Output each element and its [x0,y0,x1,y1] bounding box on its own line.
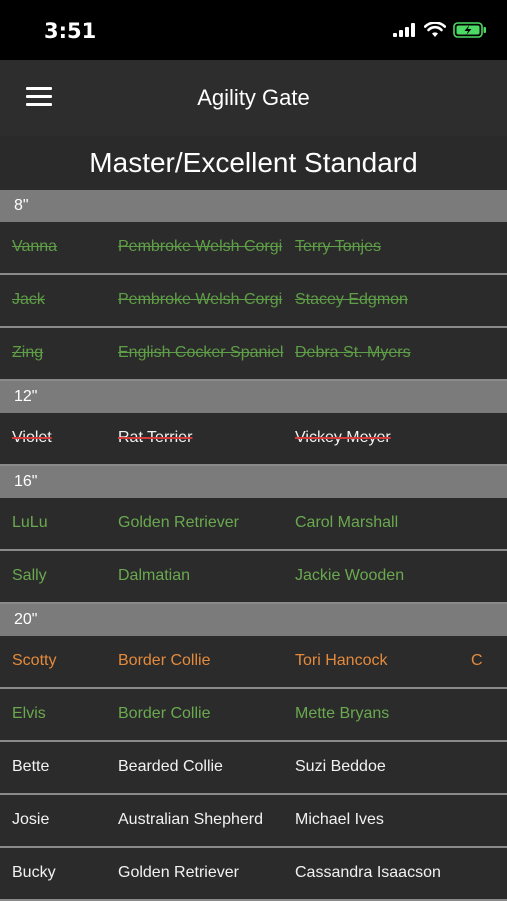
entry-row[interactable]: Scotty Border Collie Tori Hancock C [0,636,507,689]
dog-name: LuLu [12,514,48,531]
dog-name: Bette [12,758,50,775]
handler-name: Stacey Edgmon [295,291,408,308]
breed: Border Collie [118,652,211,669]
dog-name: Elvis [12,705,46,722]
wifi-icon [424,22,446,37]
dog-name: Sally [12,567,47,584]
handler-name: Mette Bryans [295,705,390,722]
entry-list: 8" Vanna Pembroke Welsh Corgi Terry Tonjes J… [0,190,507,901]
handler-name: Carol Marshall [295,514,399,531]
handler-name: Cassandra Isaacson [295,864,441,881]
dog-name: Zing [12,344,44,361]
cellular-signal-icon [393,23,415,37]
breed: English Cocker Spaniel [118,344,284,361]
handler-name: Suzi Beddoe [295,758,386,775]
hamburger-menu-icon[interactable] [26,87,52,109]
status-bar: 3:51 [0,0,507,60]
class-title: Master/Excellent Standard [0,136,507,190]
battery-charging-icon [453,22,486,38]
handler-name: Michael Ives [295,811,384,828]
handler-name: Jackie Wooden [295,567,405,584]
breed: Golden Retriever [118,514,239,531]
entry-row[interactable]: Elvis Border Collie Mette Bryans [0,689,507,742]
breed: Border Collie [118,705,211,722]
nav-title: Agility Gate [197,85,310,110]
status-time: 3:51 [44,19,97,43]
entry-row[interactable]: Zing English Cocker Spaniel Debra St. Myer… [0,328,507,381]
height-section-header: 16" [0,466,507,498]
dog-name: Scotty [12,652,57,669]
dog-name: Josie [12,811,50,828]
height-section-header: 12" [0,381,507,413]
dog-name: Bucky [12,864,56,881]
height-section-header: 8" [0,190,507,222]
breed: Australian Shepherd [118,811,263,828]
breed: Golden Retriever [118,864,239,881]
entry-row[interactable]: Jack Pembroke Welsh Corgi Stacey Edgmon [0,275,507,328]
entry-row[interactable]: Bette Bearded Collie Suzi Beddoe [0,742,507,795]
dog-name: Vanna [12,238,58,255]
entry-row[interactable]: Violet Rat Terrier Vickey Meyer [0,413,507,466]
entry-row[interactable]: LuLu Golden Retriever Carol Marshall [0,498,507,551]
entry-flag: C [471,652,483,669]
dog-name: Jack [12,291,45,308]
breed: Rat Terrier [118,429,193,446]
entry-row[interactable]: Josie Australian Shepherd Michael Ives [0,795,507,848]
status-icons [393,22,487,38]
entry-row[interactable]: Bucky Golden Retriever Cassandra Isaacson [0,848,507,901]
handler-name: Vickey Meyer [295,429,391,446]
breed: Pembroke Welsh Corgi [118,291,283,308]
dog-name: Violet [12,429,52,446]
breed: Pembroke Welsh Corgi [118,238,283,255]
entry-row[interactable]: Vanna Pembroke Welsh Corgi Terry Tonjes [0,222,507,275]
breed: Dalmatian [118,567,191,584]
breed: Bearded Collie [118,758,223,775]
handler-name: Tori Hancock [295,652,388,669]
handler-name: Terry Tonjes [295,238,381,255]
height-section-header: 20" [0,604,507,636]
entry-row[interactable]: Sally Dalmatian Jackie Wooden [0,551,507,604]
handler-name: Debra St. Myers [295,344,411,361]
nav-bar: Agility Gate [0,60,507,136]
